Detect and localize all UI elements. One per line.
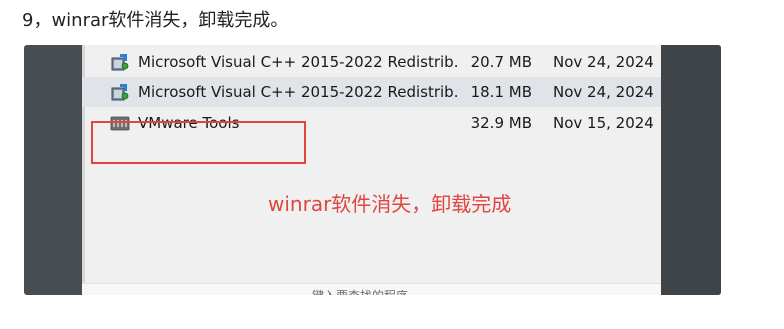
- program-name: Microsoft Visual C++ 2015-2022 Redistrib…: [138, 53, 458, 71]
- annotation-text: winrar软件消失，卸载完成: [268, 192, 512, 216]
- highlight-box: [91, 121, 306, 164]
- installer-package-icon: [110, 52, 130, 72]
- program-install-date: Nov 24, 2024: [553, 53, 654, 71]
- screenshot-frame: Microsoft Visual C++ 2015-2022 Redistrib…: [24, 45, 721, 295]
- program-row[interactable]: Microsoft Visual C++ 2015-2022 Redistrib…: [82, 47, 661, 77]
- program-size: 18.1 MB: [470, 83, 532, 101]
- program-size: 20.7 MB: [470, 53, 532, 71]
- program-install-date: Nov 15, 2024: [553, 114, 654, 132]
- program-row[interactable]: Microsoft Visual C++ 2015-2022 Redistrib…: [82, 77, 661, 107]
- program-size: 32.9 MB: [470, 114, 532, 132]
- programs-list-panel: Microsoft Visual C++ 2015-2022 Redistrib…: [82, 45, 661, 295]
- installer-package-icon: [110, 82, 130, 102]
- program-install-date: Nov 24, 2024: [553, 83, 654, 101]
- step-heading: 9，winrar软件消失，卸载完成。: [22, 10, 289, 31]
- dark-side-panel: [661, 45, 721, 295]
- program-name: Microsoft Visual C++ 2015-2022 Redistrib…: [138, 83, 458, 101]
- search-hint: 键入要查找的程序: [312, 287, 408, 295]
